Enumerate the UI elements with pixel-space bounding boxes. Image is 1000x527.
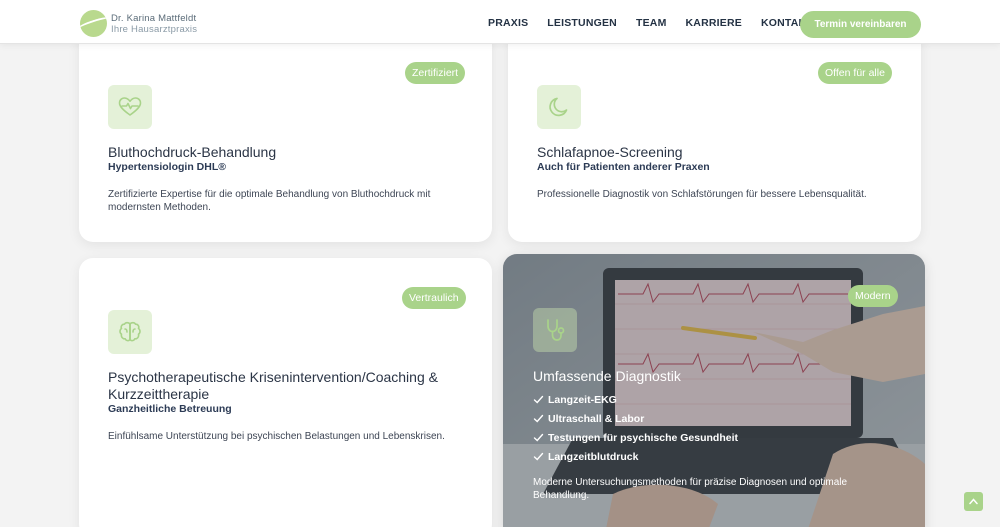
brain-icon — [108, 310, 152, 354]
site-header: Dr. Karina Mattfeldt Ihre Hausarztpraxis… — [0, 0, 1000, 44]
nav-karriere[interactable]: KARRIERE — [686, 17, 742, 29]
card-title: Bluthochdruck-Behandlung — [108, 144, 277, 160]
service-card-hypertension: Zertifiziert Bluthochdruck-Behandlung Hy… — [79, 20, 492, 242]
card-description: Moderne Untersuchungsmethoden für präzis… — [533, 477, 848, 501]
chevron-up-icon — [969, 498, 978, 505]
status-badge: Zertifiziert — [405, 62, 466, 84]
diagnostics-list: Langzeit-EKG Ultraschall & Labor Testung… — [533, 390, 738, 466]
nav-team[interactable]: TEAM — [636, 17, 667, 29]
card-title: Psychotherapeutische Krisenintervention/… — [108, 369, 438, 402]
logo-subtitle: Ihre Hausarztpraxis — [111, 23, 198, 35]
logo-name: Dr. Karina Mattfeldt — [111, 12, 197, 24]
main-nav: PRAXIS LEISTUNGEN TEAM KARRIERE KONTAKT — [488, 17, 832, 29]
moon-icon — [537, 85, 581, 129]
status-badge: Modern — [848, 285, 898, 307]
status-badge: Offen für alle — [818, 62, 892, 84]
list-item: Testungen für psychische Gesundheit — [533, 428, 738, 447]
stethoscope-icon — [533, 308, 577, 352]
book-appointment-button[interactable]: Termin vereinbaren — [800, 11, 921, 38]
service-card-psychotherapy: Vertraulich Psychotherapeutische Kriseni… — [79, 258, 492, 527]
card-title: Schlafapnoe-Screening — [537, 144, 683, 160]
card-description: Zertifizierte Expertise für die optimale… — [108, 189, 431, 213]
card-description: Professionelle Diagnostik von Schlafstör… — [537, 189, 867, 200]
nav-leistungen[interactable]: LEISTUNGEN — [547, 17, 617, 29]
card-subtitle: Hypertensiologin DHL® — [108, 161, 226, 173]
logo-mark-icon — [80, 10, 107, 37]
service-card-diagnostics: Modern Umfassende Diagnostik Langzeit-EK… — [503, 254, 925, 527]
check-icon — [533, 452, 544, 461]
nav-praxis[interactable]: PRAXIS — [488, 17, 528, 29]
heart-pulse-icon — [108, 85, 152, 129]
card-title: Umfassende Diagnostik — [533, 368, 681, 384]
status-badge: Vertraulich — [402, 287, 466, 309]
check-icon — [533, 433, 544, 442]
card-description: Einfühlsame Unterstützung bei psychische… — [108, 431, 445, 442]
list-item: Langzeit-EKG — [533, 390, 738, 409]
list-item: Ultraschall & Labor — [533, 409, 738, 428]
service-card-sleep-apnea: Offen für alle Schlafapnoe-Screening Auc… — [508, 20, 921, 242]
card-subtitle: Ganzheitliche Betreuung — [108, 403, 232, 415]
card-subtitle: Auch für Patienten anderer Praxen — [537, 161, 710, 173]
list-item: Langzeitblutdruck — [533, 447, 738, 466]
check-icon — [533, 414, 544, 423]
check-icon — [533, 395, 544, 404]
logo[interactable]: Dr. Karina Mattfeldt Ihre Hausarztpraxis — [80, 10, 197, 37]
scroll-to-top-button[interactable] — [964, 492, 983, 511]
